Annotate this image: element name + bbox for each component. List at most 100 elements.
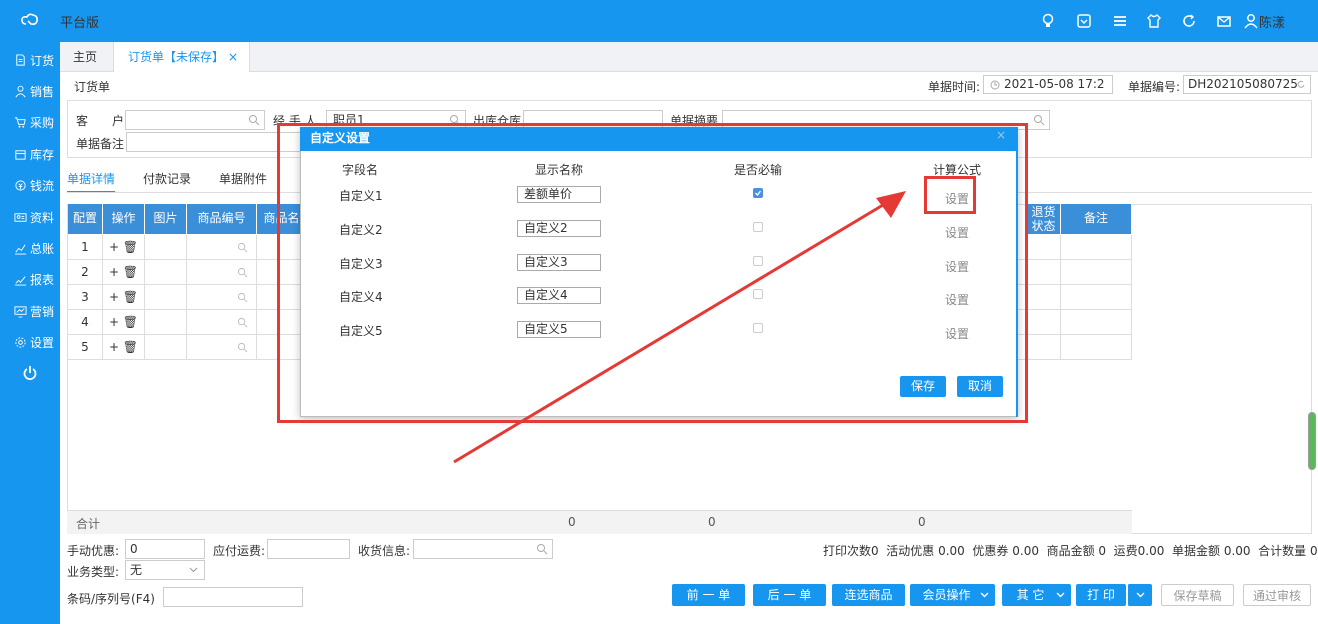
mail-icon[interactable] [1216, 13, 1232, 29]
sidebar-item-label: 设置 [30, 335, 55, 350]
freight-input[interactable] [267, 539, 350, 559]
tab-home[interactable]: 主页 [60, 42, 110, 72]
message-box-icon[interactable] [1076, 13, 1092, 29]
multi-select-button[interactable]: 连选商品 [832, 584, 905, 606]
print-button[interactable]: 打 印 [1076, 584, 1126, 606]
sidebar-item-label: 报表 [30, 272, 55, 287]
clock-icon [990, 80, 1000, 90]
sidebar-item-label: 订货 [30, 53, 55, 68]
discount-label: 手动优惠: [67, 544, 120, 558]
user-name[interactable]: 陈漾 [1259, 12, 1285, 31]
remark-label: 单据备注 [76, 137, 125, 151]
prev-button[interactable]: 前 一 单 [672, 584, 745, 606]
user-icon [15, 85, 26, 97]
sidebar-item-label: 营销 [30, 304, 55, 319]
table-cell [1061, 285, 1132, 310]
product-code-cell[interactable] [187, 260, 257, 285]
table-cell [1061, 310, 1132, 335]
other-button[interactable]: 其 它 [1002, 584, 1071, 606]
bulb-icon[interactable] [1040, 13, 1056, 29]
row-actions[interactable]: + 🗑 [103, 235, 145, 260]
biz-type-select[interactable]: 无 [125, 560, 205, 580]
col-operation: 操作 [103, 204, 145, 234]
logo-icon [21, 13, 38, 25]
row-number: 5 [68, 335, 103, 360]
discount-input[interactable]: 0 [125, 539, 205, 559]
sidebar-item-4[interactable]: 库存 [0, 139, 60, 169]
scrollbar-thumb[interactable] [1308, 412, 1316, 470]
refresh-small-icon[interactable] [1296, 80, 1306, 90]
sidebar-item-9[interactable]: 营销 [0, 296, 60, 326]
table-cell [1061, 235, 1132, 260]
power-icon[interactable] [22, 365, 38, 381]
subtab-attachments[interactable]: 单据附件 [219, 170, 267, 187]
barcode-input[interactable] [163, 587, 303, 607]
table-cell [145, 260, 187, 285]
sidebar-item-7[interactable]: 总账 [0, 233, 60, 263]
table-cell [145, 285, 187, 310]
print-dropdown-button[interactable] [1127, 584, 1152, 606]
sidebar-item-10[interactable]: 设置 [0, 327, 60, 357]
row-actions[interactable]: + 🗑 [103, 285, 145, 310]
monitor-icon [14, 305, 27, 318]
next-button[interactable]: 后 一 单 [753, 584, 826, 606]
member-button[interactable]: 会员操作 [910, 584, 995, 606]
save-draft-button[interactable]: 保存草稿 [1161, 584, 1234, 606]
col-remark: 备注 [1061, 204, 1132, 234]
tab-close-icon[interactable]: × [228, 42, 238, 72]
approve-button[interactable]: 通过审核 [1243, 584, 1311, 606]
col-config[interactable]: 配置 [68, 204, 103, 234]
table-cell [145, 310, 187, 335]
sidebar-item-3[interactable]: 采购 [0, 107, 60, 137]
subtab-payments[interactable]: 付款记录 [143, 170, 191, 187]
total-value: 0 [918, 515, 926, 529]
annotation-box [924, 176, 976, 214]
total-value: 0 [568, 515, 576, 529]
subtab-details[interactable]: 单据详情 [67, 170, 116, 193]
brand-title: 平台版 [60, 16, 100, 31]
customer-input[interactable] [125, 110, 265, 130]
sidebar-item-label: 总账 [30, 241, 55, 256]
sidebar-item-5[interactable]: 钱流 [0, 170, 60, 200]
date-label: 单据时间: [928, 80, 981, 94]
number-label: 单据编号: [1128, 80, 1181, 94]
sidebar-item-label: 钱流 [30, 178, 55, 193]
money-icon [15, 179, 26, 191]
row-number: 4 [68, 310, 103, 335]
document-icon [16, 53, 25, 66]
row-actions[interactable]: + 🗑 [103, 260, 145, 285]
search-icon [237, 342, 248, 353]
biz-type-label: 业务类型: [67, 565, 120, 579]
sidebar-item-8[interactable]: 报表 [0, 264, 60, 294]
sidebar-item-6[interactable]: 资料 [0, 202, 60, 232]
chevron-down-icon [1136, 592, 1145, 598]
sidebar-item-label: 采购 [30, 115, 55, 130]
receive-label: 收货信息: [358, 544, 411, 558]
product-code-cell[interactable] [187, 235, 257, 260]
box-icon [15, 149, 26, 160]
refresh-icon[interactable] [1181, 13, 1197, 29]
product-code-cell[interactable] [187, 310, 257, 335]
table-cell [1061, 335, 1132, 360]
barcode-label: 条码/序列号(F4) [67, 592, 155, 606]
sidebar-item-2[interactable]: 销售 [0, 76, 60, 106]
table-cell [145, 235, 187, 260]
product-code-cell[interactable] [187, 285, 257, 310]
sidebar-item-label: 库存 [30, 147, 55, 162]
contact-card-icon [14, 212, 27, 222]
chevron-down-icon [1056, 592, 1065, 598]
user-icon[interactable] [1243, 13, 1259, 29]
receive-input[interactable] [413, 539, 553, 559]
total-label: 合计 [76, 517, 101, 531]
search-icon [237, 292, 248, 303]
sidebar-item-1[interactable]: 订货 [0, 45, 60, 75]
row-actions[interactable]: + 🗑 [103, 335, 145, 360]
shirt-icon[interactable] [1146, 13, 1162, 29]
table-cell [1061, 260, 1132, 285]
number-field[interactable]: DH202105080725 [1183, 75, 1311, 94]
date-field[interactable]: 2021-05-08 17:2 [983, 75, 1113, 94]
menu-icon[interactable] [1112, 13, 1128, 29]
product-code-cell[interactable] [187, 335, 257, 360]
freight-label: 应付运费: [213, 544, 266, 558]
row-actions[interactable]: + 🗑 [103, 310, 145, 335]
